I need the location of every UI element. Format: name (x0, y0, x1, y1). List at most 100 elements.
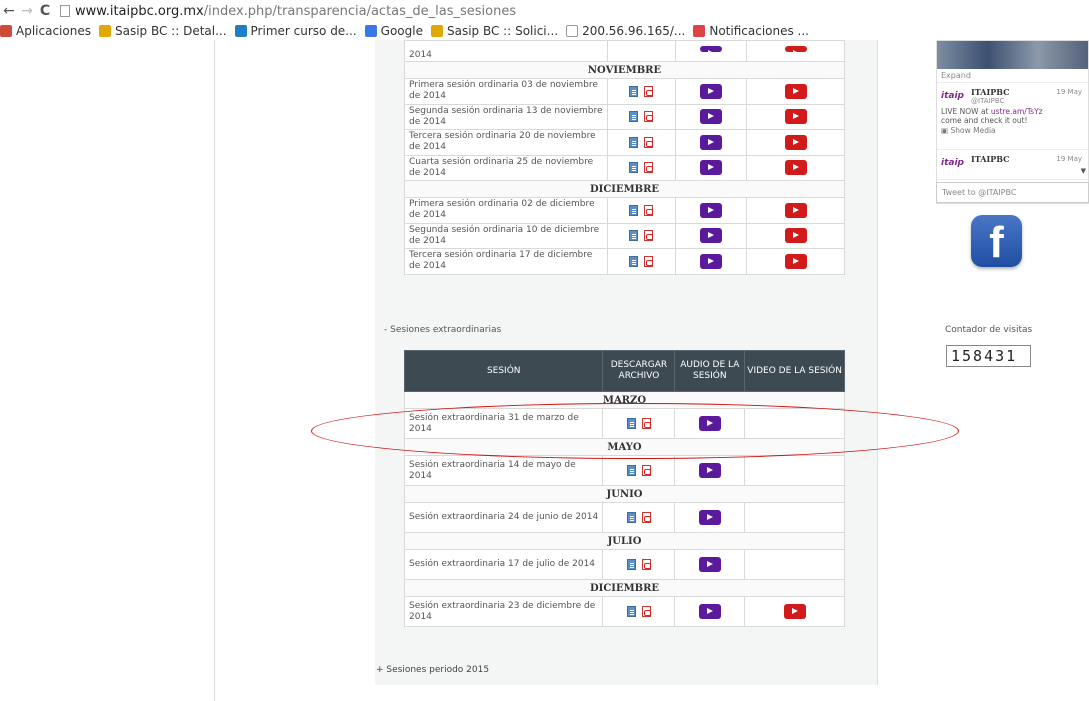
video-play-button[interactable] (784, 46, 807, 56)
audio-cell (675, 103, 748, 130)
pdf-document-icon[interactable] (644, 255, 654, 267)
word-document-icon[interactable] (629, 204, 639, 216)
word-document-icon[interactable] (629, 255, 639, 267)
word-document-icon[interactable] (629, 85, 639, 97)
pdf-document-icon[interactable] (641, 465, 651, 476)
forward-icon[interactable]: → (18, 3, 36, 19)
reload-icon[interactable]: C (36, 3, 54, 19)
tweet-handle[interactable]: @ITAIPBC (971, 97, 1084, 105)
bookmark-label: 200.56.96.165/... (582, 24, 686, 38)
audio-play-button[interactable] (700, 109, 723, 125)
audio-play-button[interactable] (698, 463, 721, 478)
word-document-icon[interactable] (626, 465, 636, 476)
bookmark-label: Notificaciones ... (709, 24, 809, 38)
scroll-down-icon[interactable]: ▼ (1081, 167, 1086, 175)
url-path: /index.php/transparencia/actas_de_las_se… (203, 3, 517, 19)
word-document-icon[interactable] (626, 559, 636, 570)
month-label: DICIEMBRE (404, 180, 845, 198)
video-play-button[interactable] (784, 83, 807, 99)
sasip-icon (98, 25, 111, 37)
word-document-icon[interactable] (629, 111, 639, 123)
download-cell (606, 103, 677, 130)
pdf-document-icon[interactable] (644, 85, 654, 97)
bookmark-item[interactable]: Google (364, 24, 423, 38)
word-document-icon[interactable] (626, 512, 636, 523)
pdf-document-icon[interactable] (644, 111, 654, 123)
audio-cell (675, 78, 748, 105)
table-row: Primera sesión ordinaria 03 de noviembre… (404, 78, 845, 105)
download-cell (606, 222, 677, 249)
video-cell (746, 154, 845, 181)
pdf-document-icon[interactable] (641, 559, 651, 570)
month-label: NOVIEMBRE (404, 61, 845, 79)
download-cell (602, 596, 676, 627)
bookmark-label: Sasip BC :: Detal... (114, 24, 227, 38)
download-links (608, 85, 676, 97)
video-play-button[interactable] (783, 604, 806, 619)
expand-link[interactable]: Expand (937, 69, 1088, 83)
audio-cell (675, 154, 748, 181)
column-header: SESIÓN (403, 350, 604, 392)
session-name: Sesión extraordinaria 14 de mayo de 2014 (403, 455, 604, 486)
word-document-icon[interactable] (629, 230, 639, 242)
bookmark-item[interactable]: Sasip BC :: Detal... (98, 24, 227, 38)
audio-cell (674, 502, 746, 533)
audio-cell (675, 197, 748, 224)
audio-cell (675, 40, 748, 62)
pdf-document-icon[interactable] (641, 606, 651, 617)
notification-icon (693, 25, 706, 37)
video-play-button[interactable] (784, 134, 807, 150)
audio-play-button[interactable] (700, 83, 723, 99)
bookmark-item[interactable]: Notificaciones ... (693, 24, 809, 38)
tweet-date[interactable]: 19 May (1056, 88, 1082, 96)
audio-play-button[interactable] (698, 510, 721, 525)
month-row: DICIEMBRE (404, 180, 845, 198)
video-play-button[interactable] (784, 160, 807, 176)
pdf-document-icon[interactable] (644, 136, 654, 148)
pdf-document-icon[interactable] (644, 230, 654, 242)
session-name: Sesión extraordinaria 24 de junio de 201… (403, 502, 604, 533)
audio-play-button[interactable] (700, 160, 723, 176)
bookmark-item[interactable]: 200.56.96.165/... (566, 24, 685, 38)
pdf-document-icon[interactable] (644, 204, 654, 216)
facebook-icon[interactable]: f (971, 215, 1022, 267)
month-row: JUNIO (404, 485, 845, 503)
audio-play-button[interactable] (700, 253, 723, 269)
bookmark-item[interactable]: Aplicaciones (0, 24, 91, 38)
address-bar[interactable]: www.itaipbc.org.mx/index.php/transparenc… (60, 4, 516, 19)
video-play-button[interactable] (784, 202, 807, 218)
video-cell (746, 248, 845, 275)
bookmark-item[interactable]: Sasip BC :: Solici... (430, 24, 559, 38)
tweet-link[interactable]: ustre.am/TsYz (991, 107, 1043, 116)
word-document-icon[interactable] (629, 136, 639, 148)
pdf-document-icon[interactable] (644, 162, 654, 174)
tweet-to-button[interactable]: Tweet to @ITAIPBC (936, 182, 1089, 203)
sessions-2015-toggle[interactable]: + Sesiones periodo 2015 (376, 665, 489, 675)
word-document-icon[interactable] (626, 606, 636, 617)
sasip-icon (430, 25, 443, 37)
show-media-link[interactable]: ▣ Show Media (941, 126, 1084, 135)
media-thumbnail[interactable] (937, 41, 1088, 69)
tweet-date[interactable]: 19 May (1056, 155, 1082, 163)
audio-play-button[interactable] (700, 202, 723, 218)
audio-cell (675, 248, 748, 275)
audio-play-button[interactable] (700, 228, 723, 244)
pdf-document-icon[interactable] (641, 512, 651, 523)
video-play-button[interactable] (784, 228, 807, 244)
bookmark-label: Sasip BC :: Solici... (446, 24, 559, 38)
word-document-icon[interactable] (629, 162, 639, 174)
audio-play-button[interactable] (700, 134, 723, 150)
back-icon[interactable]: ← (0, 3, 18, 19)
google-icon (364, 25, 377, 37)
session-name: Sesión extraordinaria 23 de diciembre de… (403, 596, 604, 627)
audio-play-button[interactable] (698, 604, 721, 619)
video-play-button[interactable] (784, 109, 807, 125)
page-icon (566, 25, 579, 37)
download-cell (606, 40, 677, 62)
extraordinary-sessions-toggle[interactable]: - Sesiones extraordinarias (384, 325, 501, 335)
audio-play-button[interactable] (700, 46, 723, 56)
video-play-button[interactable] (784, 253, 807, 269)
bookmark-item[interactable]: Primer curso de... (234, 24, 357, 38)
session-name: Cuarta sesión ordinaria 25 de noviembre … (404, 154, 608, 181)
audio-play-button[interactable] (698, 557, 721, 572)
